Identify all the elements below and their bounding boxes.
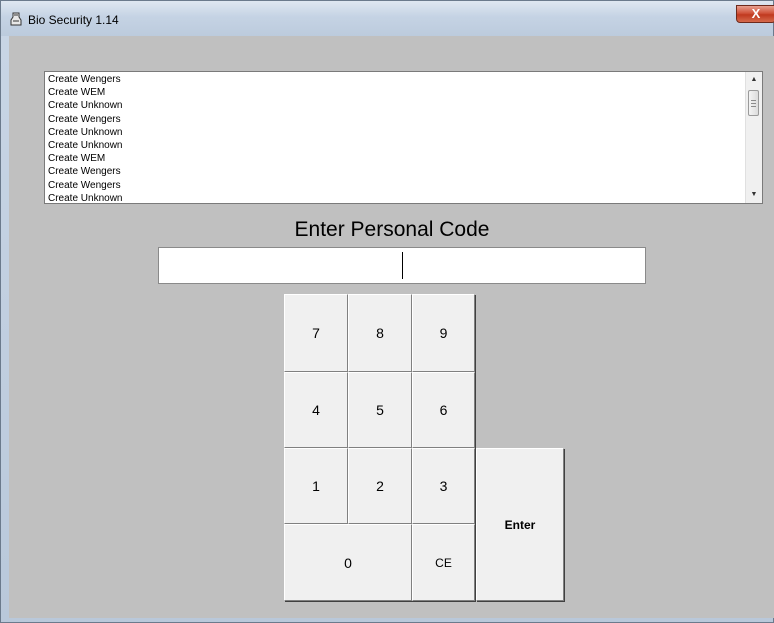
log-entry[interactable]: Create Unknown — [48, 99, 122, 112]
key-1-button[interactable]: 1 — [284, 448, 348, 524]
log-entry[interactable]: Create Wengers — [48, 179, 122, 192]
clear-entry-button[interactable]: CE — [412, 524, 475, 601]
key-9-button[interactable]: 9 — [412, 294, 475, 372]
log-entry[interactable]: Create Unknown — [48, 126, 122, 139]
log-entry[interactable]: Create WEM — [48, 86, 122, 99]
grip-icon — [751, 100, 756, 101]
activity-log-list[interactable]: Create Wengers Create WEM Create Unknown… — [44, 71, 763, 204]
key-5-button[interactable]: 5 — [348, 372, 412, 448]
text-caret — [402, 252, 403, 279]
key-0-button[interactable]: 0 — [284, 524, 412, 601]
key-6-button[interactable]: 6 — [412, 372, 475, 448]
key-7-button[interactable]: 7 — [284, 294, 348, 372]
scroll-thumb[interactable] — [748, 90, 759, 116]
key-2-button[interactable]: 2 — [348, 448, 412, 524]
grip-icon — [751, 106, 756, 107]
log-entry[interactable]: Create Wengers — [48, 73, 122, 86]
vertical-scrollbar[interactable]: ▲ ▼ — [745, 72, 762, 203]
log-entry[interactable]: Create Unknown — [48, 139, 122, 152]
log-entry[interactable]: Create Wengers — [48, 113, 122, 126]
personal-code-input[interactable] — [158, 247, 646, 284]
scroll-up-arrow-icon[interactable]: ▲ — [746, 72, 762, 88]
grip-icon — [751, 103, 756, 104]
title-bar[interactable]: Bio Security 1.14 X — [1, 1, 774, 36]
enter-button[interactable]: Enter — [476, 448, 564, 601]
app-window: Bio Security 1.14 X Create Wengers Creat… — [0, 0, 774, 623]
app-icon — [10, 12, 22, 26]
key-8-button[interactable]: 8 — [348, 294, 412, 372]
key-4-button[interactable]: 4 — [284, 372, 348, 448]
key-3-button[interactable]: 3 — [412, 448, 475, 524]
log-entry[interactable]: Create WEM — [48, 152, 122, 165]
window-title: Bio Security 1.14 — [28, 13, 119, 27]
enter-code-heading: Enter Personal Code — [294, 218, 490, 241]
log-entry[interactable]: Create Wengers — [48, 165, 122, 178]
log-entries: Create Wengers Create WEM Create Unknown… — [48, 73, 122, 203]
close-icon: X — [751, 6, 761, 21]
scroll-down-arrow-icon[interactable]: ▼ — [746, 187, 762, 203]
log-entry[interactable]: Create Unknown — [48, 192, 122, 203]
close-button[interactable]: X — [736, 5, 774, 23]
client-area: Create Wengers Create WEM Create Unknown… — [9, 36, 774, 618]
